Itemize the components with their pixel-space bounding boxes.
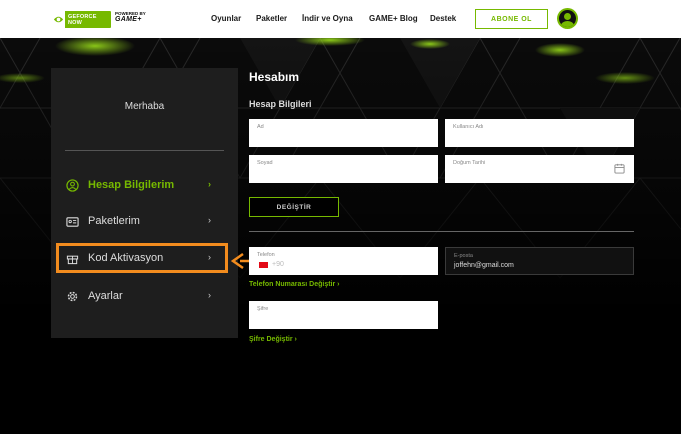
sidebar-item-label: Hesap Bilgilerim: [88, 179, 175, 191]
nav-paketler[interactable]: Paketler: [256, 14, 287, 23]
game-plus-logo-text: GAME+: [115, 16, 142, 23]
username-field[interactable]: Kullanıcı Adı: [445, 119, 634, 147]
nav-indir-ve-oyna[interactable]: İndir ve Oyna: [302, 14, 353, 23]
logo-text-geforce: GEFORCE: [68, 13, 97, 20]
change-password-link[interactable]: Şifre Değiştir ›: [249, 336, 297, 343]
change-button[interactable]: DEĞİŞTİR: [249, 197, 339, 217]
greeting-text: Merhaba: [124, 101, 165, 112]
phone-label: Telefon: [257, 252, 275, 258]
calendar-icon[interactable]: [614, 163, 625, 174]
id-card-icon: [65, 214, 79, 228]
last-name-label: Soyad: [257, 160, 273, 166]
username-label: Kullanıcı Adı: [453, 124, 484, 130]
sidebar-item-label: Ayarlar: [88, 290, 123, 302]
turkey-flag-icon: [259, 262, 268, 268]
email-value: joffehn@gmail.com: [454, 262, 514, 269]
sidebar-item-label: Paketlerim: [88, 215, 140, 227]
user-circle-icon: [65, 178, 79, 192]
logo-text-now: NOW: [68, 19, 83, 26]
nav-destek[interactable]: Destek: [430, 14, 456, 23]
user-avatar-icon[interactable]: [557, 8, 578, 29]
email-field: E-posta joffehn@gmail.com: [445, 247, 634, 275]
birth-date-field[interactable]: Doğum Tarihi: [445, 155, 634, 183]
email-label: E-posta: [454, 253, 473, 259]
change-phone-link[interactable]: Telefon Numarası Değiştir ›: [249, 281, 340, 288]
birth-date-label: Doğum Tarihi: [453, 160, 486, 166]
subscribe-button[interactable]: ABONE OL: [475, 9, 548, 29]
last-name-field[interactable]: Soyad: [249, 155, 438, 183]
nav-game-plus-blog[interactable]: GAME+ Blog: [369, 14, 418, 23]
powered-by-logo: POWERED BY GAME+: [115, 11, 146, 23]
account-sidebar: Merhaba Hesap Bilgilerim › Paketlerim › …: [51, 68, 238, 338]
kod-aktivasyon-highlight-box: [56, 243, 228, 273]
sidebar-item-ayarlar[interactable]: Ayarlar ›: [65, 286, 225, 306]
password-label: Şifre: [257, 306, 269, 312]
nav-oyunlar[interactable]: Oyunlar: [211, 14, 241, 23]
main-divider: [249, 231, 634, 232]
sidebar-item-hesap-bilgilerim[interactable]: Hesap Bilgilerim ›: [65, 175, 225, 195]
section-title: Hesap Bilgileri: [249, 99, 312, 109]
nvidia-eye-icon: [51, 11, 65, 28]
password-field[interactable]: Şifre: [249, 301, 438, 329]
first-name-field[interactable]: Ad: [249, 119, 438, 147]
page-title: Hesabım: [249, 70, 300, 84]
country-code: +90: [272, 261, 284, 268]
first-name-label: Ad: [257, 124, 264, 130]
chevron-right-icon: ›: [208, 179, 211, 189]
top-header: GEFORCE NOW POWERED BY GAME+ Oyunlar Pak…: [0, 0, 681, 38]
chevron-right-icon: ›: [208, 215, 211, 225]
gear-icon: [65, 289, 79, 303]
geforce-now-logo[interactable]: GEFORCE NOW: [51, 11, 111, 28]
sidebar-divider: [65, 150, 224, 151]
chevron-right-icon: ›: [208, 290, 211, 300]
sidebar-item-paketlerim[interactable]: Paketlerim ›: [65, 211, 225, 231]
